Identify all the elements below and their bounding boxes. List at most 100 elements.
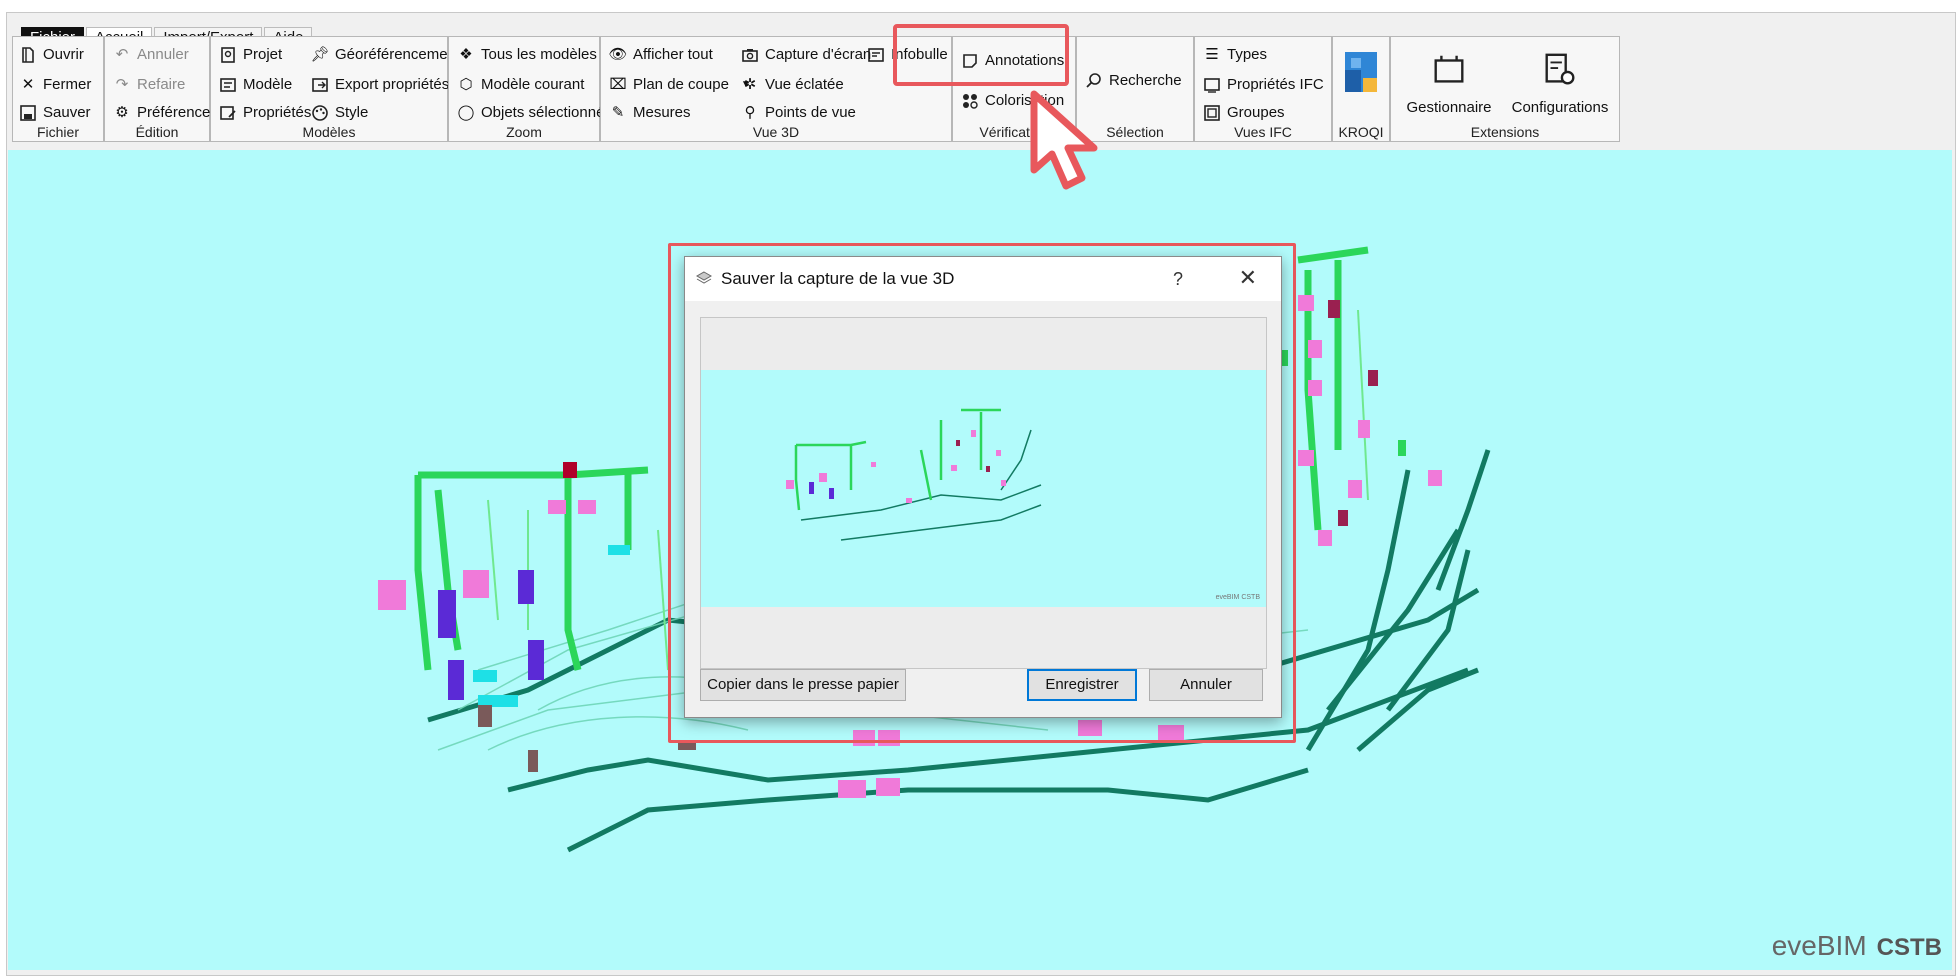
exploded-view-button[interactable]: ✲ Vue éclatée: [741, 73, 844, 97]
export-properties-label: Export propriétés: [335, 76, 450, 93]
group-modeles: Projet Modèle Propriétés 📌︎ Géoréférence…: [210, 36, 460, 142]
group-label-modeles: Modèles: [302, 124, 356, 140]
dialog-close-button[interactable]: ✕: [1239, 265, 1257, 291]
ifc-properties-button[interactable]: Propriétés IFC: [1203, 73, 1324, 97]
edit-properties-icon: [219, 104, 237, 122]
viewpoints-button[interactable]: ⚲ Points de vue: [741, 101, 856, 125]
cancel-dialog-button[interactable]: Annuler: [1149, 669, 1263, 701]
kroqi-button[interactable]: [1339, 51, 1383, 101]
project-button[interactable]: Projet: [219, 43, 282, 67]
exploded-view-icon: ✲: [743, 76, 757, 93]
save-button[interactable]: Sauver: [19, 101, 91, 125]
section-plane-button[interactable]: ⌧ Plan de coupe ▼: [609, 73, 750, 97]
close-button[interactable]: ✕ Fermer: [19, 73, 92, 97]
palette-icon: [311, 104, 329, 122]
kroqi-logo-icon: [1340, 51, 1382, 93]
close-icon: ✕: [21, 76, 35, 93]
copy-to-clipboard-button[interactable]: Copier dans le presse papier: [700, 669, 906, 701]
screenshot-preview-image: eveBIM CSTB: [701, 370, 1266, 607]
properties-label: Propriétés: [243, 104, 312, 121]
style-label: Style: [335, 104, 369, 121]
measures-label: Mesures: [633, 104, 691, 121]
zoom-all-models-button[interactable]: ❖ Tous les modèles: [457, 43, 597, 67]
show-all-button[interactable]: 👁︎ Afficher tout: [608, 43, 713, 67]
zoom-all-models-label: Tous les modèles: [481, 46, 597, 63]
group-label-fichier: Fichier: [36, 124, 79, 140]
georeferencing-label: Géoréférencement: [335, 46, 461, 63]
measures-button[interactable]: ✎ Mesures: [609, 101, 691, 125]
search-label: Recherche: [1109, 72, 1182, 89]
group-icon: [1203, 104, 1221, 122]
exploded-view-label: Vue éclatée: [765, 76, 844, 93]
open-button[interactable]: Ouvrir: [19, 43, 84, 67]
redo-button[interactable]: ↷ Refaire: [113, 73, 186, 97]
zoom-selected-objects-button[interactable]: ◯ Objets sélectionnés: [457, 101, 612, 125]
cubes-icon: ❖: [459, 46, 473, 63]
app-logo-icon: [695, 270, 713, 288]
project-label: Projet: [243, 46, 283, 63]
viewpoints-label: Points de vue: [765, 104, 856, 121]
zoom-current-model-label: Modèle courant: [481, 76, 585, 93]
style-button[interactable]: Style: [311, 101, 368, 125]
manager-button[interactable]: Gestionnaire: [1397, 49, 1501, 116]
pin-icon: 📌︎: [310, 46, 330, 63]
preview-brand: eveBIM CSTB: [1215, 594, 1260, 601]
object-outline-icon: ◯: [457, 104, 475, 121]
groups-button[interactable]: Groupes: [1203, 101, 1285, 125]
dialog-titlebar: Sauver la capture de la vue 3D: [685, 257, 1281, 301]
configurations-button[interactable]: Configurations: [1505, 49, 1615, 116]
section-plane-icon: ⌧: [609, 76, 627, 93]
group-vues-ifc: ☰ Types Propriétés IFC Groupes Vues IFC: [1194, 36, 1332, 142]
ruler-icon: ✎: [611, 104, 625, 121]
show-all-label: Afficher tout: [633, 46, 713, 63]
product-name: eveBIM: [1771, 930, 1867, 961]
screenshot-button[interactable]: Capture d'écran: [741, 43, 871, 67]
zoom-current-model-button[interactable]: ⬡ Modèle courant: [457, 73, 584, 97]
export-properties-button[interactable]: Export propriétés: [311, 73, 449, 97]
preferences-label: Préférences: [137, 104, 218, 121]
settings-document-icon: [1539, 49, 1581, 91]
georeferencing-button[interactable]: 📌︎ Géoréférencement: [310, 43, 461, 67]
configurations-label: Configurations: [1511, 99, 1609, 116]
screenshot-label: Capture d'écran: [765, 46, 872, 63]
undo-button[interactable]: ↶ Annuler: [113, 43, 189, 67]
model-button[interactable]: Modèle: [219, 73, 292, 97]
group-fichier: Ouvrir ✕ Fermer Sauver Fichier: [12, 36, 104, 142]
types-label: Types: [1227, 46, 1268, 63]
dialog-title: Sauver la capture de la vue 3D: [721, 269, 955, 288]
group-label-kroqi: KROQI: [1338, 124, 1384, 140]
screenshot-preview-area: eveBIM CSTB: [700, 317, 1267, 669]
group-label-vue3d: Vue 3D: [752, 124, 800, 140]
properties-button[interactable]: Propriétés: [219, 101, 311, 125]
cube-icon: ⬡: [459, 76, 473, 93]
model-label: Modèle: [243, 76, 293, 93]
list-icon: ☰: [1205, 46, 1219, 63]
cursor-arrow-icon: [1030, 90, 1098, 190]
redo-label: Refaire: [137, 76, 186, 93]
open-file-icon: [19, 46, 37, 64]
group-label-edition: Édition: [135, 124, 179, 140]
section-plane-label: Plan de coupe: [633, 76, 729, 93]
group-zoom: ❖ Tous les modèles ⬡ Modèle courant ◯ Ob…: [448, 36, 612, 142]
save-screenshot-dialog: Sauver la capture de la vue 3D ? ✕ eveBI…: [684, 256, 1282, 718]
gear-icon: ⚙: [115, 104, 129, 121]
manager-label: Gestionnaire: [1406, 99, 1492, 116]
properties-window-icon: [1203, 76, 1221, 94]
save-icon: [19, 104, 37, 122]
group-label-extensions: Extensions: [1470, 124, 1540, 140]
org-name: CSTB: [1876, 934, 1942, 961]
zoom-selected-objects-label: Objets sélectionnés: [481, 104, 612, 121]
save-label: Sauver: [43, 104, 91, 121]
help-button[interactable]: ?: [1173, 269, 1183, 290]
save-dialog-button[interactable]: Enregistrer: [1027, 669, 1137, 701]
close-label: Fermer: [43, 76, 92, 93]
open-label: Ouvrir: [43, 46, 84, 63]
types-button[interactable]: ☰ Types: [1203, 43, 1267, 67]
tooltip-icon: [867, 46, 885, 64]
color-dots-icon: [961, 92, 979, 110]
ifc-properties-label: Propriétés IFC: [1227, 76, 1324, 93]
camera-icon: [741, 46, 759, 64]
undo-icon: ↶: [115, 46, 129, 63]
preferences-button[interactable]: ⚙ Préférences: [113, 101, 218, 125]
location-pin-icon: ⚲: [744, 104, 756, 121]
